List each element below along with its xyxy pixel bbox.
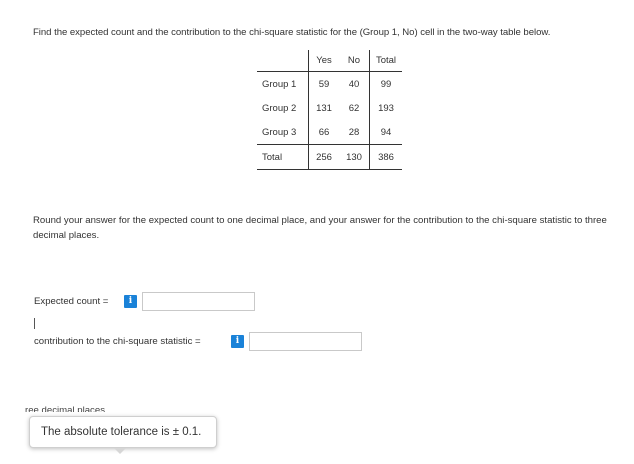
table-cell: 59 (308, 71, 339, 96)
rounding-instructions: Round your answer for the expected count… (33, 215, 607, 241)
column-header-yes: Yes (308, 50, 339, 72)
contribution-label: contribution to the chi-square statistic… (34, 336, 201, 347)
row-label-group-3: Group 3 (257, 120, 309, 145)
column-header-no: No (339, 50, 370, 72)
table-cell: 386 (369, 144, 402, 170)
question-page: Find the expected count and the contribu… (0, 0, 634, 464)
row-label-group-2: Group 2 (257, 96, 309, 120)
tolerance-tooltip: The absolute tolerance is ± 0.1. (29, 416, 217, 448)
table-row: Group 2 131 62 193 (257, 96, 402, 120)
table-corner-cell (257, 50, 309, 72)
row-label-group-1: Group 1 (257, 71, 309, 96)
expected-count-input[interactable] (142, 292, 255, 311)
table-cell: 256 (308, 144, 339, 170)
contribution-info-icon[interactable]: i (231, 335, 244, 348)
table-cell: 28 (348, 126, 360, 138)
table-row: Group 3 66 28 94 (257, 120, 402, 145)
table-cell: 66 (308, 120, 339, 145)
table-cell: 130 (339, 144, 370, 170)
table-cell: 62 (348, 102, 360, 114)
table-cell: 131 (308, 96, 339, 120)
row-label-total: Total (257, 144, 309, 170)
table-cell: 193 (369, 96, 402, 120)
two-way-table: Yes No Total Group 1 59 40 99 Group 2 13… (257, 50, 402, 170)
expected-count-label: Expected count = (34, 296, 109, 307)
contribution-input[interactable] (249, 332, 362, 351)
column-header-total: Total (369, 50, 402, 72)
table-row: Group 1 59 40 99 (257, 71, 402, 96)
question-text: Find the expected count and the contribu… (33, 27, 551, 38)
text-cursor (34, 318, 35, 329)
table-row-total: Total 256 130 386 (257, 144, 402, 170)
tooltip-arrow-icon (114, 448, 126, 454)
table-cell: 99 (369, 71, 402, 96)
table-cell: 94 (369, 120, 402, 145)
table-header-row: Yes No Total (257, 50, 402, 72)
expected-count-info-icon[interactable]: i (124, 295, 137, 308)
table-cell: 40 (348, 78, 360, 90)
obscured-instruction-text: ree decimal places. (25, 405, 108, 412)
